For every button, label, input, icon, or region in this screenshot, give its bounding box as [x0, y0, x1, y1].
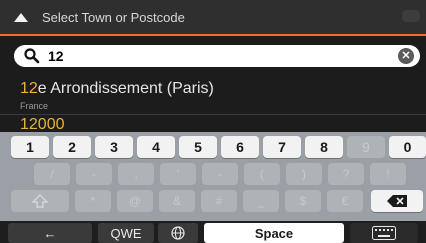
key-hash[interactable]: # — [201, 190, 237, 212]
list-divider — [0, 114, 426, 115]
globe-icon — [171, 226, 185, 240]
key-2[interactable]: 2 — [53, 136, 91, 158]
key-underscore[interactable]: _ — [243, 190, 279, 212]
hide-keyboard-button[interactable] — [350, 223, 418, 243]
result-match: 12 — [20, 116, 38, 133]
key-7[interactable]: 7 — [263, 136, 301, 158]
key-dash[interactable]: - — [76, 163, 112, 185]
key-1[interactable]: 1 — [11, 136, 49, 158]
key-3[interactable]: 3 — [95, 136, 133, 158]
clear-icon[interactable]: ✕ — [398, 48, 414, 64]
key-8[interactable]: 8 — [305, 136, 343, 158]
key-asterisk[interactable]: * — [75, 190, 111, 212]
result-title: 12e Arrondissement (Paris) — [20, 80, 214, 98]
key-5[interactable]: 5 — [179, 136, 217, 158]
up-arrow-icon — [14, 12, 28, 22]
key-apostrophe[interactable]: ' — [160, 163, 196, 185]
keyboard-icon — [372, 226, 396, 240]
result-rest: e Arrondissement (Paris) — [37, 80, 214, 97]
key-at[interactable]: @ — [117, 190, 153, 212]
result-match: 12 — [20, 80, 38, 97]
key-comma[interactable]: , — [118, 163, 154, 185]
key-euro[interactable]: € — [327, 190, 363, 212]
key-question[interactable]: ? — [328, 163, 364, 185]
page-title: Select Town or Postcode — [42, 9, 185, 25]
key-paren-open[interactable]: ( — [244, 163, 280, 185]
chat-bubble-icon — [402, 10, 420, 22]
search-icon — [24, 48, 40, 64]
key-hyphen[interactable]: - — [202, 163, 238, 185]
back-button[interactable] — [0, 0, 42, 34]
keyboard-bottom-bar: ← QWE Space — [0, 221, 426, 243]
layout-switch-button[interactable]: QWE — [98, 223, 154, 243]
backspace-key[interactable] — [371, 190, 423, 212]
key-9[interactable]: 9 — [347, 136, 385, 158]
shift-icon — [32, 194, 48, 208]
result-subtitle: France — [20, 101, 49, 111]
key-paren-close[interactable]: ) — [286, 163, 322, 185]
key-0[interactable]: 0 — [389, 136, 426, 158]
key-slash[interactable]: / — [34, 163, 70, 185]
key-dollar[interactable]: $ — [285, 190, 321, 212]
result-rest: 000 — [37, 116, 65, 133]
language-button[interactable] — [158, 223, 198, 243]
key-ampersand[interactable]: & — [159, 190, 195, 212]
key-exclamation[interactable]: ! — [370, 163, 406, 185]
list-item[interactable]: 12e Arrondissement (Paris) France — [0, 74, 426, 114]
top-bar: Select Town or Postcode — [0, 0, 426, 34]
accent-divider — [0, 34, 426, 36]
key-6[interactable]: 6 — [221, 136, 259, 158]
key-4[interactable]: 4 — [137, 136, 175, 158]
space-key[interactable]: Space — [204, 223, 344, 243]
search-field[interactable]: 12 ✕ — [14, 45, 420, 67]
backspace-icon — [387, 195, 407, 207]
back-key[interactable]: ← — [8, 223, 92, 243]
search-input[interactable]: 12 — [48, 48, 64, 64]
shift-key[interactable] — [11, 190, 69, 212]
